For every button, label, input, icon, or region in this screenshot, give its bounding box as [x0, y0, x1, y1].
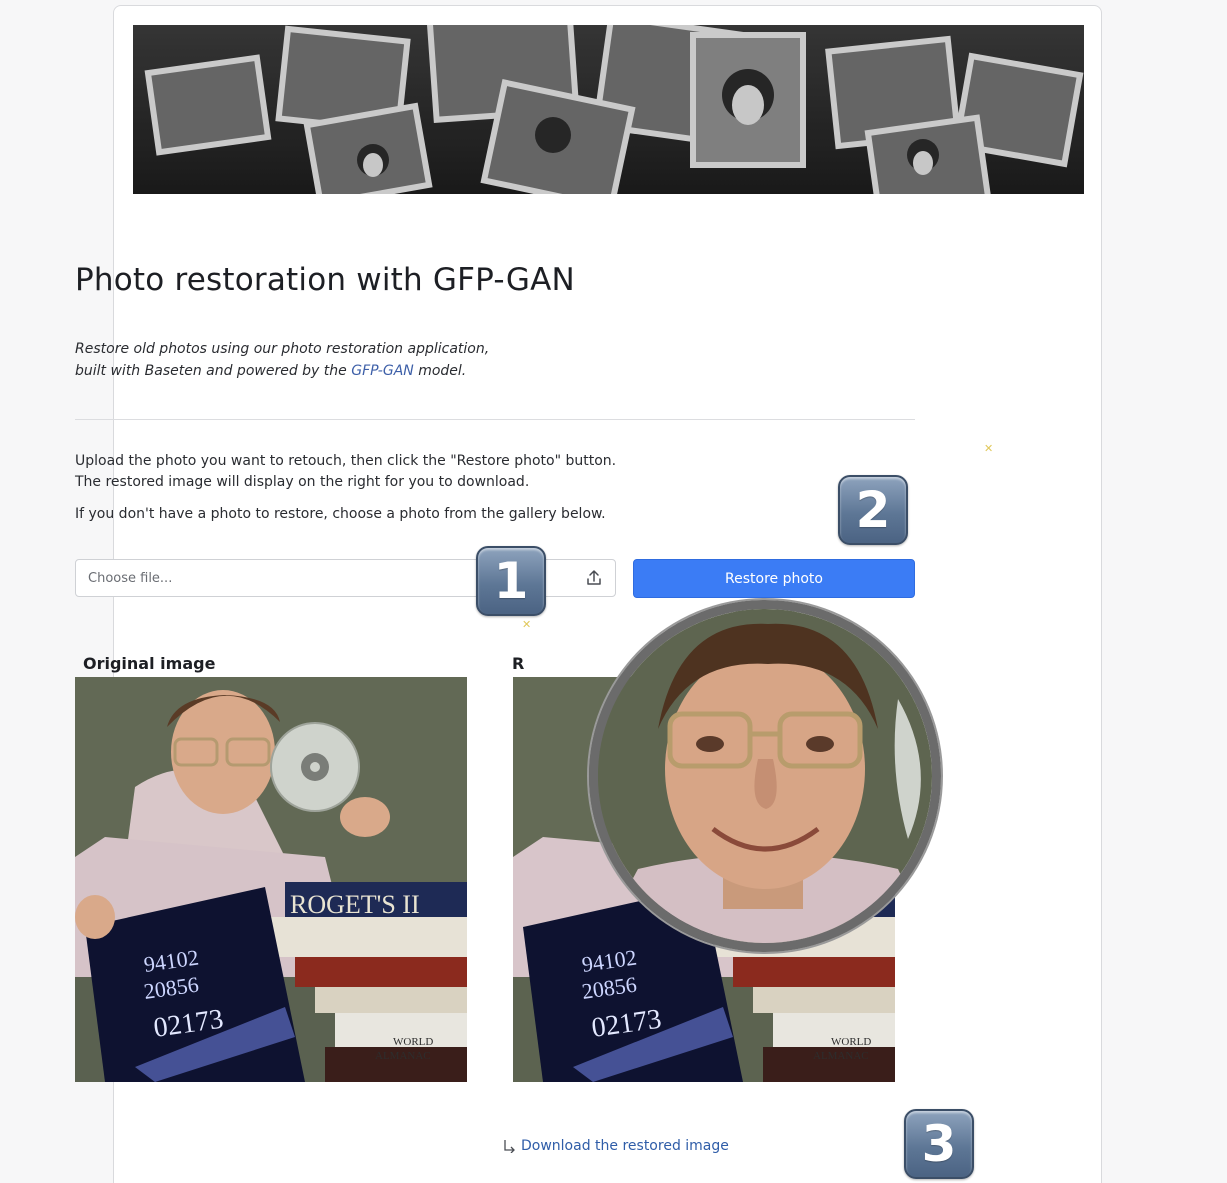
step-badge-1: 1 [476, 546, 546, 616]
almanac-text-2: ALMANAC [375, 1050, 431, 1062]
download-label: Download the restored image [521, 1138, 729, 1154]
page-title: Photo restoration with GFP-GAN [75, 262, 575, 298]
gallery-hint: If you don't have a photo to restore, ch… [75, 506, 606, 522]
download-restored-link[interactable]: Download the restored image [503, 1138, 729, 1154]
subtitle-line-2: built with Baseten and powered by the GF… [75, 363, 467, 379]
original-photo: ROGET'S II WORLD ALMANAC 94102 20856 021… [75, 677, 467, 1082]
restore-photo-button[interactable]: Restore photo [633, 559, 915, 598]
divider [75, 419, 915, 420]
sparkle-icon: ✕ [522, 618, 532, 631]
original-image-label: Original image [83, 654, 216, 673]
instructions-line-1: Upload the photo you want to retouch, th… [75, 453, 617, 469]
restored-almanac-text-2: ALMANAC [813, 1050, 869, 1062]
step-badge-2: 2 [838, 475, 908, 545]
almanac-text: WORLD [393, 1036, 433, 1048]
upload-icon[interactable] [585, 569, 603, 587]
instructions: Upload the photo you want to retouch, th… [75, 451, 616, 493]
download-arrow-icon [504, 1140, 515, 1153]
subtitle-line-1: Restore old photos using our photo resto… [75, 341, 490, 357]
page-subtitle: Restore old photos using our photo resto… [75, 338, 489, 382]
instructions-line-2: The restored image will display on the r… [75, 474, 530, 490]
restored-almanac-text: WORLD [831, 1036, 871, 1048]
magnifier-loupe [589, 600, 941, 952]
book-title-text: ROGET'S II [290, 890, 420, 919]
sparkle-icon: ✕ [984, 442, 994, 455]
restored-image-label: R [512, 654, 525, 673]
gfp-gan-link[interactable]: GFP-GAN [351, 363, 414, 379]
step-badge-3: 3 [904, 1109, 974, 1179]
hero-banner-image [133, 25, 1084, 194]
